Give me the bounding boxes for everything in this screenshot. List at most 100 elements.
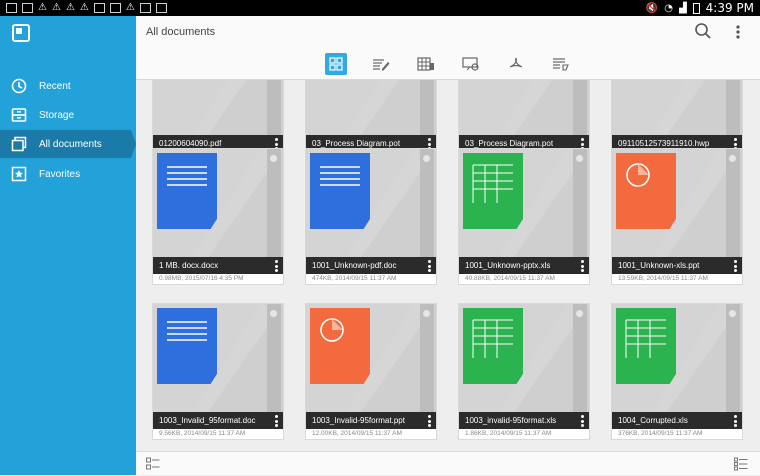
status-time: 4:39 PM	[705, 1, 754, 15]
document-card[interactable]: 1001_Unknown-pptx.xls 40.88KB, 2014/09/15…	[458, 148, 590, 285]
sidebar-item-storage[interactable]: Storage	[0, 101, 136, 129]
favorite-toggle-icon[interactable]	[422, 309, 431, 318]
word-doc-icon	[373, 59, 390, 71]
email-icon	[93, 2, 105, 13]
favorite-toggle-icon[interactable]	[269, 154, 278, 163]
mute-icon: 🔇	[645, 2, 659, 14]
clock-icon	[11, 78, 27, 94]
document-meta: 376KB, 2014/09/15 11:37 AM	[618, 430, 703, 437]
app-logo-icon[interactable]	[12, 24, 30, 42]
document-name: 1001_Unknown-pdf.doc	[306, 257, 436, 274]
screenshot-icon	[139, 2, 151, 13]
sidebar-item-all-documents[interactable]: All documents	[0, 130, 136, 158]
document-card[interactable]: 1003_Invalid-95format.ppt 12.00KB, 2014/0…	[305, 303, 437, 440]
pdf-icon	[509, 57, 523, 68]
document-meta: 13.59KB, 2014/09/15 11:37 AM	[618, 275, 708, 282]
document-preview	[306, 304, 436, 412]
presentation-icon	[462, 57, 479, 71]
document-preview	[612, 149, 742, 257]
document-meta: 9.56KB, 2014/09/15 11:37 AM	[159, 430, 246, 437]
document-menu-icon[interactable]	[581, 260, 584, 272]
document-menu-icon[interactable]	[734, 415, 737, 427]
signal-icon: ▟	[678, 2, 687, 14]
more-options-icon[interactable]	[734, 24, 742, 40]
spreadsheet-icon	[417, 57, 434, 71]
select-mode-icon[interactable]	[146, 457, 160, 471]
sidebar-item-label: Favorites	[39, 168, 81, 180]
storage-icon	[11, 108, 27, 122]
document-name: 1003_invalid-95format.xls	[459, 412, 589, 429]
document-preview	[153, 149, 283, 257]
document-meta: 1.86KB, 2014/09/15 11:37 AM	[465, 430, 552, 437]
document-card[interactable]: 1003_invalid-95format.xls 1.86KB, 2014/09…	[458, 303, 590, 440]
favorite-toggle-icon[interactable]	[575, 154, 584, 163]
document-name: 1003_Invalid-95format.ppt	[306, 412, 436, 429]
favorite-toggle-icon[interactable]	[728, 154, 737, 163]
document-menu-icon[interactable]	[428, 260, 431, 272]
list-view-icon[interactable]	[734, 457, 748, 471]
warning-icon: ⚠	[65, 2, 75, 13]
document-menu-icon[interactable]	[275, 260, 278, 272]
document-card[interactable]: 1003_Invalid_95format.doc 9.56KB, 2014/09…	[152, 303, 284, 440]
document-meta: 474KB, 2014/09/15 11:37 AM	[312, 275, 397, 282]
sidebar-item-favorites[interactable]: Favorites	[0, 160, 136, 188]
text-file-icon	[553, 58, 569, 71]
filter-presentation-button[interactable]	[460, 53, 482, 75]
document-preview	[612, 80, 742, 135]
document-preview	[153, 80, 283, 135]
gallery-icon	[6, 2, 17, 13]
warning-icon: ⚠	[51, 2, 61, 13]
warning-icon: ⚠	[79, 2, 89, 13]
notification-icons: ⚠ ⚠ ⚠ ⚠ ⚠	[6, 2, 167, 13]
document-card[interactable]: 1001_Unknown-pdf.doc 474KB, 2014/09/15 11…	[305, 148, 437, 285]
document-name: 1 MB. docx.docx	[153, 257, 283, 274]
bottom-bar	[136, 451, 760, 475]
favorite-toggle-icon[interactable]	[422, 154, 431, 163]
filter-all-types-button[interactable]	[325, 53, 347, 75]
sidebar-item-label: Storage	[39, 109, 75, 121]
documents-icon	[11, 136, 27, 152]
document-grid: 01200604090.pdf424KB, 2016/01/18 4:10 PM…	[136, 80, 760, 451]
document-meta: 0.98MB, 2015/07/16 4:35 PM	[159, 275, 244, 282]
page-title: All documents	[146, 26, 216, 38]
document-preview	[306, 80, 436, 135]
document-preview	[153, 304, 283, 412]
gmail-icon	[155, 2, 167, 13]
document-preview	[459, 304, 589, 412]
usb-icon	[22, 2, 33, 13]
sidebar-item-recent[interactable]: Recent	[0, 72, 136, 100]
system-icons: 🔇 ◔ ▟ 4:39 PM	[646, 1, 754, 15]
filter-spreadsheet-button[interactable]	[415, 53, 437, 75]
document-preview	[306, 149, 436, 257]
filter-word-button[interactable]	[370, 53, 392, 75]
favorite-toggle-icon[interactable]	[269, 309, 278, 318]
top-bar: All documents	[136, 16, 760, 80]
sidebar: Recent Storage All documents Favorites	[0, 16, 136, 475]
filter-text-button[interactable]	[550, 53, 572, 75]
document-menu-icon[interactable]	[428, 415, 431, 427]
document-menu-icon[interactable]	[581, 415, 584, 427]
document-preview	[612, 304, 742, 412]
document-name: 1003_Invalid_95format.doc	[153, 412, 283, 429]
favorite-toggle-icon[interactable]	[728, 309, 737, 318]
status-bar: ⚠ ⚠ ⚠ ⚠ ⚠ 🔇 ◔ ▟ 4:39 PM	[0, 0, 760, 16]
favorite-toggle-icon[interactable]	[575, 309, 584, 318]
document-menu-icon[interactable]	[275, 415, 278, 427]
document-name: 1001_Unknown-xls.ppt	[612, 257, 742, 274]
document-name: 1001_Unknown-pptx.xls	[459, 257, 589, 274]
document-name: 1004_Corrupted.xls	[612, 412, 742, 429]
document-meta: 12.00KB, 2014/09/15 11:37 AM	[312, 430, 402, 437]
search-icon[interactable]	[694, 22, 712, 40]
document-menu-icon[interactable]	[734, 260, 737, 272]
sidebar-item-label: Recent	[39, 80, 71, 92]
document-card[interactable]: 1 MB. docx.docx 0.98MB, 2015/07/16 4:35 P…	[152, 148, 284, 285]
document-meta: 40.88KB, 2014/09/15 11:37 AM	[465, 275, 555, 282]
document-preview	[459, 80, 589, 135]
battery-icon	[692, 2, 700, 14]
all-types-icon	[329, 57, 343, 71]
document-card[interactable]: 1004_Corrupted.xls 376KB, 2014/09/15 11:3…	[611, 303, 743, 440]
star-icon	[11, 166, 27, 182]
document-card[interactable]: 1001_Unknown-xls.ppt 13.59KB, 2014/09/15 …	[611, 148, 743, 285]
filter-pdf-button[interactable]	[505, 53, 527, 75]
sidebar-item-label: All documents	[39, 138, 102, 150]
